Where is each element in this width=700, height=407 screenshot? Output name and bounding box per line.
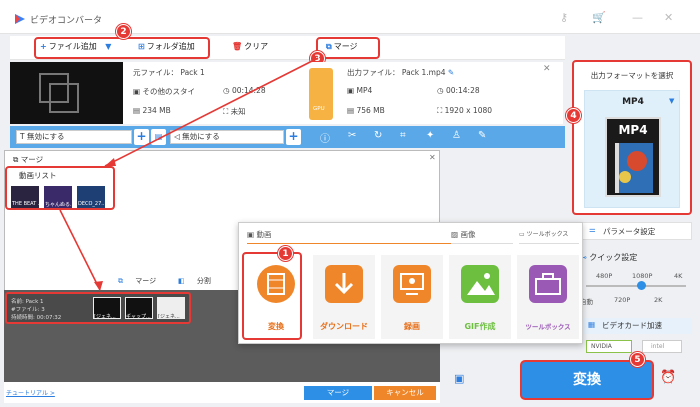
arrow-head: [105, 158, 116, 166]
arrow-head: [94, 281, 103, 291]
annotation-arrows: [59, 57, 319, 291]
app-window: ビデオコンバータ ⚷ 🛒 — ✕ + ファイル追加 ▼ ⊞ フォルダ追加 🗑 クリア …: [0, 0, 700, 407]
arrow-list-to-pack: [59, 209, 101, 291]
arrow-merge-to-list: [104, 57, 319, 167]
